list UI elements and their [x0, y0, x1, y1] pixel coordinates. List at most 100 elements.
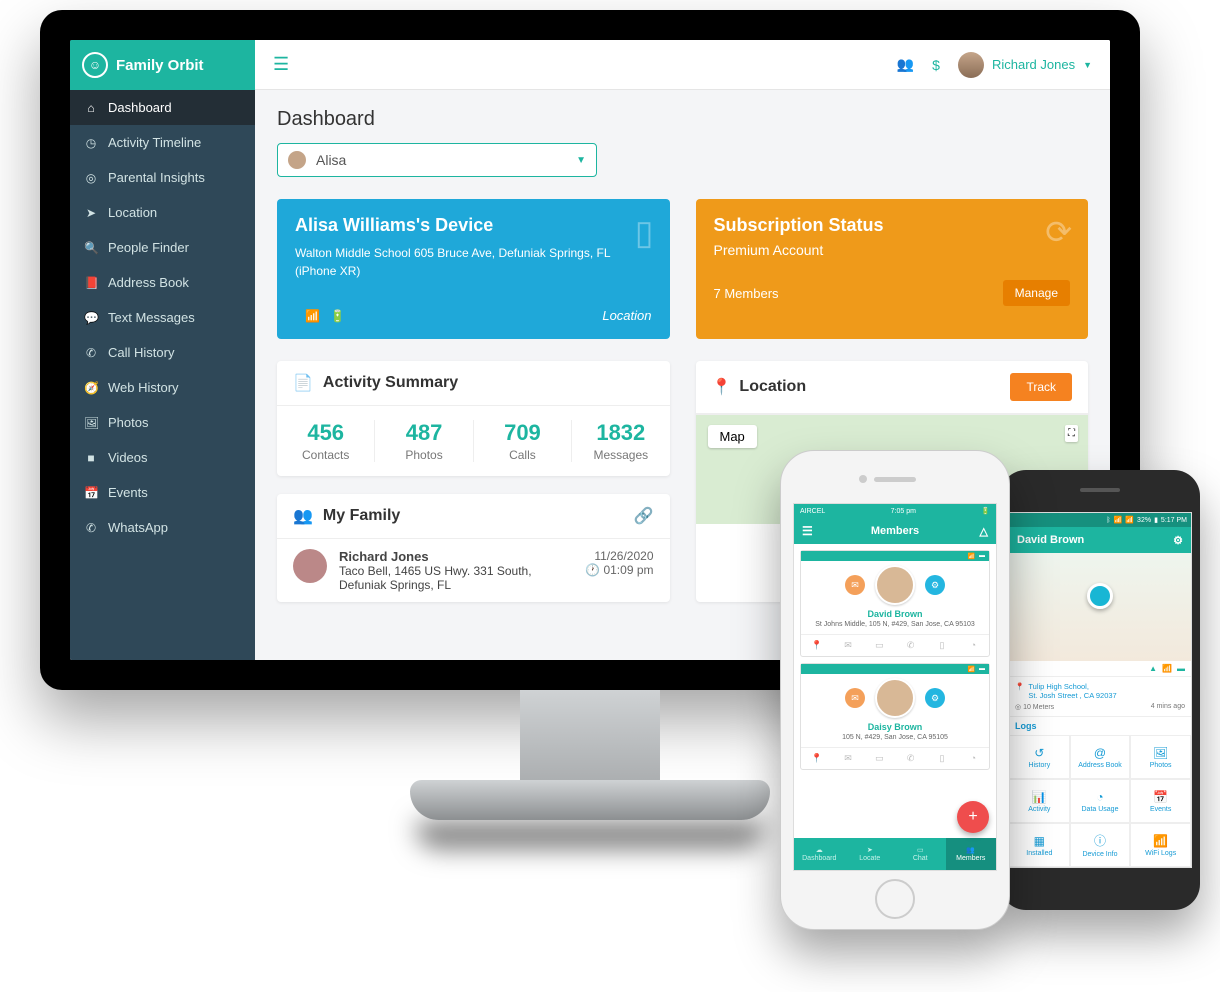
user-name: Richard Jones — [992, 57, 1075, 72]
sidebar-item-dashboard[interactable]: ⌂Dashboard — [70, 90, 255, 125]
tab-chat[interactable]: ▭Chat — [895, 838, 946, 870]
phone-icon[interactable]: ✆ — [895, 635, 926, 656]
photos-icon: 🖼 — [84, 416, 98, 430]
hamburger-icon[interactable]: ☰ — [273, 54, 289, 75]
grid-wifi-logs[interactable]: 📶WiFi Logs — [1130, 823, 1191, 867]
loc-line-2: St. Josh Street , CA 92037 — [1028, 691, 1116, 700]
member-avatar — [293, 549, 327, 583]
iphone-speaker — [874, 477, 916, 482]
device-address: Walton Middle School 605 Bruce Ave, Defu… — [295, 244, 652, 262]
member-card[interactable]: 📶▬✉⚙David BrownSt Johns Middle, 105 N, #… — [800, 550, 990, 657]
sidebar-item-address-book[interactable]: 📕Address Book — [70, 265, 255, 300]
sidebar-item-location[interactable]: ➤Location — [70, 195, 255, 230]
child-selector[interactable]: Alisa ▼ — [277, 143, 597, 177]
wifi-icon: 📶 — [1162, 664, 1172, 673]
file-icon: 📄 — [293, 373, 313, 393]
stat-number: 1832 — [572, 420, 669, 446]
stat-calls[interactable]: 709Calls — [474, 420, 572, 462]
sidebar-item-activity-timeline[interactable]: ◷Activity Timeline — [70, 125, 255, 160]
chart-icon[interactable]: ◔ — [958, 748, 989, 769]
sidebar-item-parental-insights[interactable]: ◎Parental Insights — [70, 160, 255, 195]
id-icon[interactable]: ▭ — [864, 635, 895, 656]
topbar: ☰ 👥 $ Richard Jones ▼ — [255, 40, 1110, 90]
grid-photos[interactable]: 🖼Photos — [1130, 735, 1191, 779]
iphone-camera — [859, 475, 867, 483]
sidebar-item-photos[interactable]: 🖼Photos — [70, 405, 255, 440]
members-icon: 👥 — [966, 846, 975, 854]
sidebar-item-web-history[interactable]: 🧭Web History — [70, 370, 255, 405]
device-status-icons: 📶 🔋 — [295, 309, 345, 323]
id-icon[interactable]: ▭ — [864, 748, 895, 769]
sidebar-item-people-finder[interactable]: 🔍People Finder — [70, 230, 255, 265]
member-name: Daisy Brown — [868, 722, 923, 732]
mail-icon[interactable]: ✉ — [832, 748, 863, 769]
device-icon[interactable]: ▯ — [926, 635, 957, 656]
sidebar-item-videos[interactable]: ■Videos — [70, 440, 255, 475]
family-icon: 👥 — [293, 506, 313, 526]
tab-dashboard[interactable]: ☁Dashboard — [794, 838, 845, 870]
stat-photos[interactable]: 487Photos — [375, 420, 473, 462]
page-title: Dashboard — [277, 108, 1088, 131]
chart-icon[interactable]: ◔ — [958, 635, 989, 656]
device-card[interactable]: ▯ Alisa Williams's Device Walton Middle … — [277, 199, 670, 339]
status-time: 7:05 pm — [891, 508, 916, 515]
sidebar-item-text-messages[interactable]: 💬Text Messages — [70, 300, 255, 335]
mail-icon[interactable]: ✉ — [832, 635, 863, 656]
battery-icon: 🔋 — [981, 507, 990, 515]
android-logs-grid: ↺History@Address Book🖼Photos 📊Activity◔Da… — [1009, 735, 1191, 867]
text-messages-icon: 💬 — [84, 311, 98, 325]
sidebar-item-call-history[interactable]: ✆Call History — [70, 335, 255, 370]
map-toggle[interactable]: Map — [708, 425, 757, 448]
grid-data-usage[interactable]: ◔Data Usage — [1070, 779, 1131, 823]
fullscreen-icon[interactable]: ⛶ — [1065, 425, 1078, 442]
loc-line-1: Tulip High School, — [1028, 682, 1089, 691]
tab-members[interactable]: 👥Members — [946, 838, 997, 870]
stat-messages[interactable]: 1832Messages — [572, 420, 669, 462]
loc-distance: 10 Meters — [1023, 704, 1054, 711]
pin-icon[interactable]: 📍 — [801, 748, 832, 769]
battery-pct: 32% — [1137, 517, 1151, 524]
gear-icon[interactable]: ⚙ — [1173, 534, 1183, 547]
iphone-home-button[interactable] — [875, 879, 915, 919]
phone-icon[interactable]: ✆ — [895, 748, 926, 769]
android-icon: ▲ — [1149, 664, 1157, 673]
stat-contacts[interactable]: 456Contacts — [277, 420, 375, 462]
device-icon[interactable]: ▯ — [926, 748, 957, 769]
sidebar-item-events[interactable]: 📅Events — [70, 475, 255, 510]
member-address: St Johns Middle, 105 N, #429, San Jose, … — [815, 621, 975, 628]
android-status-icons: ▲ 📶 ▬ — [1009, 661, 1191, 676]
hamburger-icon[interactable]: ☰ — [802, 524, 813, 538]
android-header-title: David Brown — [1017, 534, 1084, 546]
logs-title: Logs — [1009, 716, 1191, 735]
subscription-members: 7 Members — [714, 286, 779, 301]
mail-icon[interactable]: ✉ — [845, 575, 865, 595]
member-address: Taco Bell, 1465 US Hwy. 331 South, Defun… — [339, 564, 573, 592]
link-icon[interactable]: 🔗 — [634, 506, 654, 526]
grid-address-book[interactable]: @Address Book — [1070, 735, 1131, 779]
android-map[interactable] — [1009, 553, 1191, 661]
dollar-icon[interactable]: $ — [932, 57, 940, 73]
manage-button[interactable]: Manage — [1003, 280, 1070, 306]
add-member-fab[interactable]: + — [957, 801, 989, 833]
grid-history[interactable]: ↺History — [1009, 735, 1070, 779]
gear-icon[interactable]: ⚙ — [925, 688, 945, 708]
family-row[interactable]: Richard JonesTaco Bell, 1465 US Hwy. 331… — [277, 539, 670, 602]
sidebar-item-whatsapp[interactable]: ✆WhatsApp — [70, 510, 255, 545]
family-title: My Family — [323, 507, 400, 525]
grid-installed[interactable]: ▦Installed — [1009, 823, 1070, 867]
user-menu[interactable]: Richard Jones ▼ — [958, 52, 1092, 78]
tab-locate[interactable]: ➤Locate — [845, 838, 896, 870]
brand[interactable]: ☺ Family Orbit — [70, 40, 255, 90]
gear-icon[interactable]: ⚙ — [925, 575, 945, 595]
member-card[interactable]: 📶▬✉⚙Daisy Brown105 N, #429, San Jose, CA… — [800, 663, 990, 770]
group-icon[interactable]: 👥 — [897, 56, 914, 73]
track-button[interactable]: Track — [1010, 373, 1072, 401]
warning-icon[interactable]: △ — [980, 525, 988, 538]
grid-activity[interactable]: 📊Activity — [1009, 779, 1070, 823]
grid-events[interactable]: 📅Events — [1130, 779, 1191, 823]
mail-icon[interactable]: ✉ — [845, 688, 865, 708]
pin-icon[interactable]: 📍 — [801, 635, 832, 656]
grid-device-info[interactable]: ⓘDevice Info — [1070, 823, 1131, 867]
call-history-icon: ✆ — [84, 346, 98, 360]
locate-icon: ➤ — [867, 846, 873, 854]
